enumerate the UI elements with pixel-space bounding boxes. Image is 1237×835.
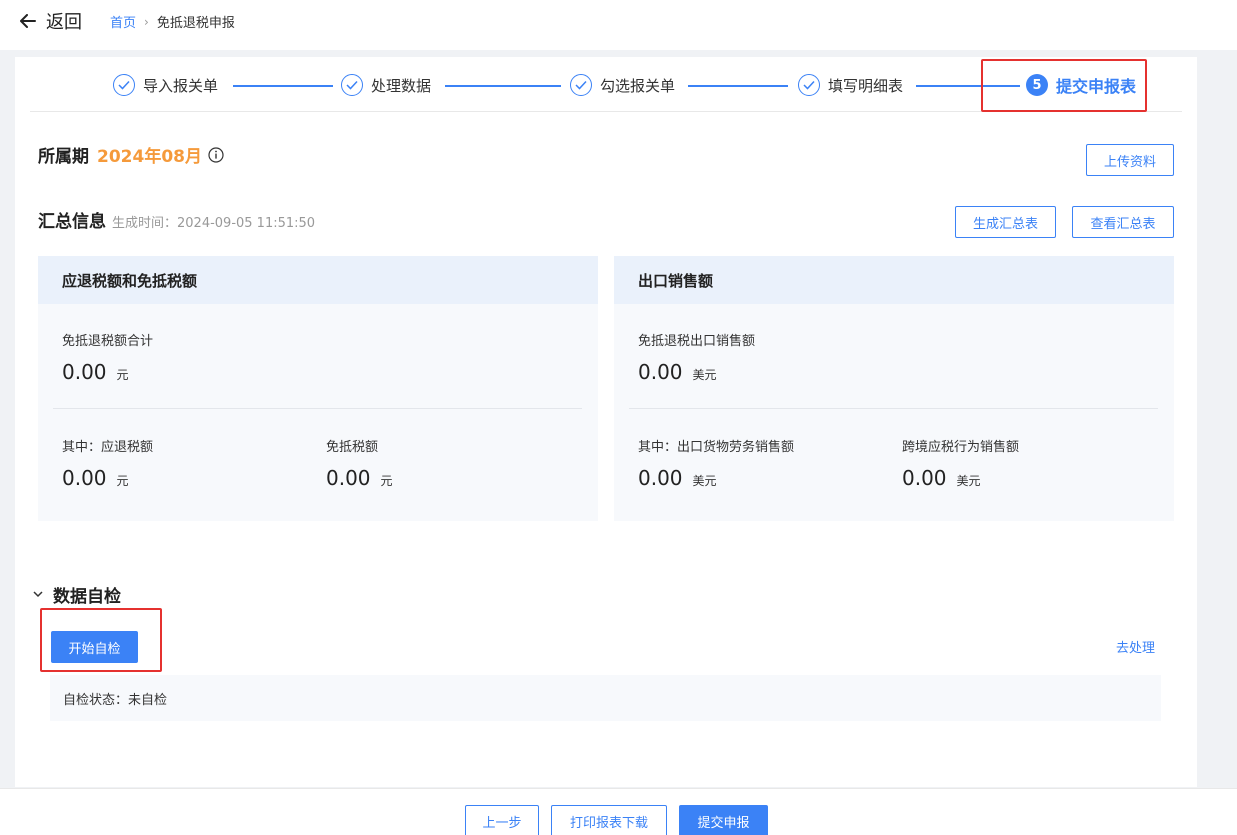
amount-unit: 美元 (692, 368, 717, 382)
total-label: 免抵退税出口销售额 (638, 334, 756, 349)
breadcrumb-home[interactable]: 首页 (110, 12, 136, 31)
prev-step-button[interactable]: 上一步 (465, 805, 539, 835)
amount-value: 0.00 (638, 466, 683, 490)
amount-value: 0.00 (62, 466, 107, 490)
step-import[interactable]: 导入报关单 (113, 71, 218, 99)
sales-card: 出口销售额 免抵退税出口销售额 0.00 美元 其中：出口货物劳务销售额 0.0… (614, 256, 1174, 521)
step-label: 勾选报关单 (600, 76, 676, 95)
amount-unit: 元 (116, 368, 129, 382)
breadcrumb-separator: › (144, 14, 149, 29)
card-divider (53, 408, 582, 409)
self-check-title: 数据自检 (53, 587, 121, 607)
amount-value: 0.00 (638, 360, 683, 384)
refund-label: 其中：应退税额 (62, 440, 154, 455)
goods-sales-label: 其中：出口货物劳务销售额 (638, 440, 795, 455)
amount-unit: 美元 (956, 474, 981, 488)
amount-value: 0.00 (902, 466, 947, 490)
refund-amount: 0.00 元 (62, 466, 129, 490)
check-status-text: 自检状态：未自检 (63, 692, 168, 708)
step-select[interactable]: 勾选报关单 (570, 71, 675, 99)
check-circle-icon (570, 74, 592, 96)
step-connector (916, 85, 1020, 87)
step-label: 处理数据 (371, 76, 432, 95)
crossborder-label: 跨境应税行为销售额 (902, 440, 1020, 455)
card-title: 出口销售额 (614, 256, 1174, 304)
check-status: 自检状态：未自检 (50, 675, 1161, 721)
step-bar: 导入报关单 处理数据 勾选报关单 填写明细表 5 提交申报表 (30, 57, 1182, 112)
upload-button[interactable]: 上传资料 (1086, 144, 1174, 176)
period-value: 2024年08月 (97, 147, 202, 167)
amount-value: 0.00 (62, 360, 107, 384)
period-label: 所属期 (38, 147, 89, 167)
top-bar: 返回 首页 › 免抵退税申报 (0, 0, 1237, 50)
period: 所属期 2024年08月 (38, 142, 224, 167)
amount-unit: 元 (380, 474, 393, 488)
card-divider (629, 408, 1158, 409)
step-detail[interactable]: 填写明细表 (798, 71, 903, 99)
summary-header: 汇总信息 生成时间：2024-09-05 11:51:50 (38, 207, 315, 232)
check-circle-icon (798, 74, 820, 96)
step-label: 提交申报表 (1056, 77, 1137, 96)
goods-sales-amount: 0.00 美元 (638, 466, 717, 490)
check-circle-icon (341, 74, 363, 96)
step-number: 5 (1026, 74, 1048, 96)
amount-unit: 元 (116, 474, 129, 488)
total-amount: 0.00 美元 (638, 360, 717, 384)
crossborder-amount: 0.00 美元 (902, 466, 981, 490)
exempt-amount: 0.00 元 (326, 466, 393, 490)
breadcrumb-current: 免抵退税申报 (156, 16, 235, 31)
step-submit[interactable]: 5 提交申报表 (1026, 71, 1136, 99)
arrow-left-icon (20, 14, 36, 28)
step-process[interactable]: 处理数据 (341, 71, 431, 99)
check-circle-icon (113, 74, 135, 96)
amount-value: 0.00 (326, 466, 371, 490)
step-label: 填写明细表 (828, 76, 904, 95)
summary-title: 汇总信息 (38, 212, 106, 232)
footer-bar: 上一步 打印报表下载 提交申报 (0, 788, 1237, 835)
self-check-header: 数据自检 (33, 582, 121, 607)
total-label: 免抵退税额合计 (62, 334, 154, 349)
amount-unit: 美元 (692, 474, 717, 488)
back-button[interactable]: 返回 (20, 10, 82, 33)
back-label: 返回 (46, 12, 82, 33)
step-connector (233, 85, 333, 87)
card-title: 应退税额和免抵税额 (38, 256, 598, 304)
step-label: 导入报关单 (143, 76, 219, 95)
print-download-button[interactable]: 打印报表下载 (551, 805, 667, 835)
chevron-down-icon[interactable] (33, 591, 43, 598)
view-summary-button[interactable]: 查看汇总表 (1072, 206, 1174, 238)
main-panel: 导入报关单 处理数据 勾选报关单 填写明细表 5 提交申报表 所属期 2024年… (15, 57, 1197, 787)
start-check-button[interactable]: 开始自检 (51, 631, 138, 663)
refund-card: 应退税额和免抵税额 免抵退税额合计 0.00 元 其中：应退税额 0.00 元 … (38, 256, 598, 521)
generated-time: 生成时间：2024-09-05 11:51:50 (112, 216, 316, 231)
breadcrumb: 首页 › 免抵退税申报 (110, 12, 235, 32)
exempt-label: 免抵税额 (326, 440, 379, 455)
goto-handle-link[interactable]: 去处理 (1116, 637, 1155, 656)
generate-summary-button[interactable]: 生成汇总表 (955, 206, 1056, 238)
step-connector (445, 85, 561, 87)
step-connector (688, 85, 788, 87)
submit-declaration-button[interactable]: 提交申报 (679, 805, 768, 835)
total-amount: 0.00 元 (62, 360, 129, 384)
info-icon[interactable] (208, 146, 224, 163)
